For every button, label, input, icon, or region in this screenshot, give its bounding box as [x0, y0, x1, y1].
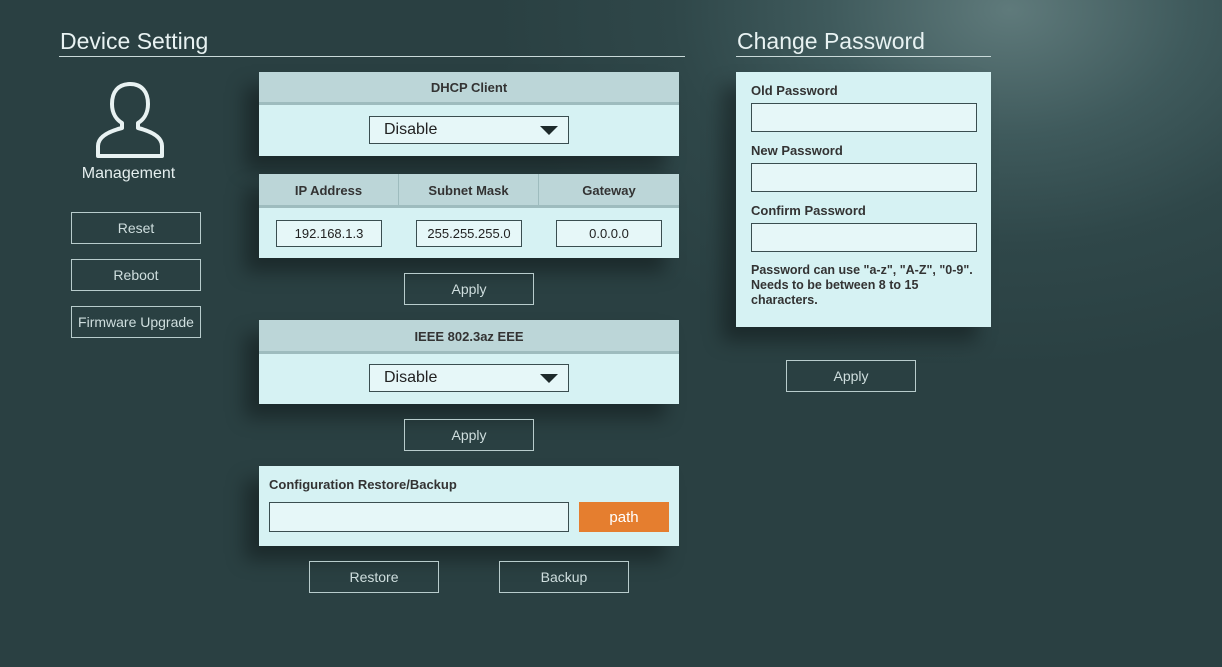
device-setting-rule	[59, 56, 685, 57]
config-label: Configuration Restore/Backup	[269, 477, 457, 492]
gateway-input[interactable]: 0.0.0.0	[556, 220, 662, 247]
eee-apply-button[interactable]: Apply	[404, 419, 534, 451]
change-password-title: Change Password	[737, 28, 925, 54]
change-password-rule	[736, 56, 991, 57]
config-path-input[interactable]	[269, 502, 569, 532]
eee-select-value: Disable	[384, 369, 438, 386]
confirm-password-label: Confirm Password	[751, 203, 866, 218]
chevron-down-icon	[540, 374, 558, 383]
password-hint: Password can use "a-z", "A-Z", "0-9". Ne…	[751, 263, 973, 307]
old-password-field[interactable]	[751, 103, 977, 132]
config-panel: Configuration Restore/Backup path	[259, 466, 679, 546]
reset-button[interactable]: Reset	[71, 212, 201, 244]
ip-address-header: IP Address	[259, 174, 399, 206]
ip-address-input[interactable]: 192.168.1.3	[276, 220, 382, 247]
eee-header: IEEE 802.3az EEE	[259, 320, 679, 354]
dhcp-select[interactable]: Disable	[369, 116, 569, 144]
path-button[interactable]: path	[579, 502, 669, 532]
new-password-field[interactable]	[751, 163, 977, 192]
password-apply-button[interactable]: Apply	[786, 360, 916, 392]
dhcp-select-value: Disable	[384, 121, 438, 138]
network-apply-button[interactable]: Apply	[404, 273, 534, 305]
device-setting-title: Device Setting	[60, 28, 209, 54]
firmware-upgrade-button[interactable]: Firmware Upgrade	[71, 306, 201, 338]
dhcp-header: DHCP Client	[259, 72, 679, 105]
reboot-button[interactable]: Reboot	[71, 259, 201, 291]
subnet-mask-header: Subnet Mask	[399, 174, 539, 206]
restore-button[interactable]: Restore	[309, 561, 439, 593]
new-password-label: New Password	[751, 143, 843, 158]
backup-button[interactable]: Backup	[499, 561, 629, 593]
network-panel: IP Address Subnet Mask Gateway 192.168.1…	[259, 174, 679, 258]
change-password-panel: Old Password New Password Confirm Passwo…	[736, 72, 991, 327]
chevron-down-icon	[540, 126, 558, 135]
eee-select[interactable]: Disable	[369, 364, 569, 392]
dhcp-panel: DHCP Client Disable	[259, 72, 679, 156]
eee-panel: IEEE 802.3az EEE Disable	[259, 320, 679, 404]
user-icon	[94, 80, 166, 160]
confirm-password-field[interactable]	[751, 223, 977, 252]
gateway-header: Gateway	[582, 182, 636, 198]
management-label: Management	[81, 165, 176, 182]
old-password-label: Old Password	[751, 83, 838, 98]
subnet-mask-input[interactable]: 255.255.255.0	[416, 220, 522, 247]
